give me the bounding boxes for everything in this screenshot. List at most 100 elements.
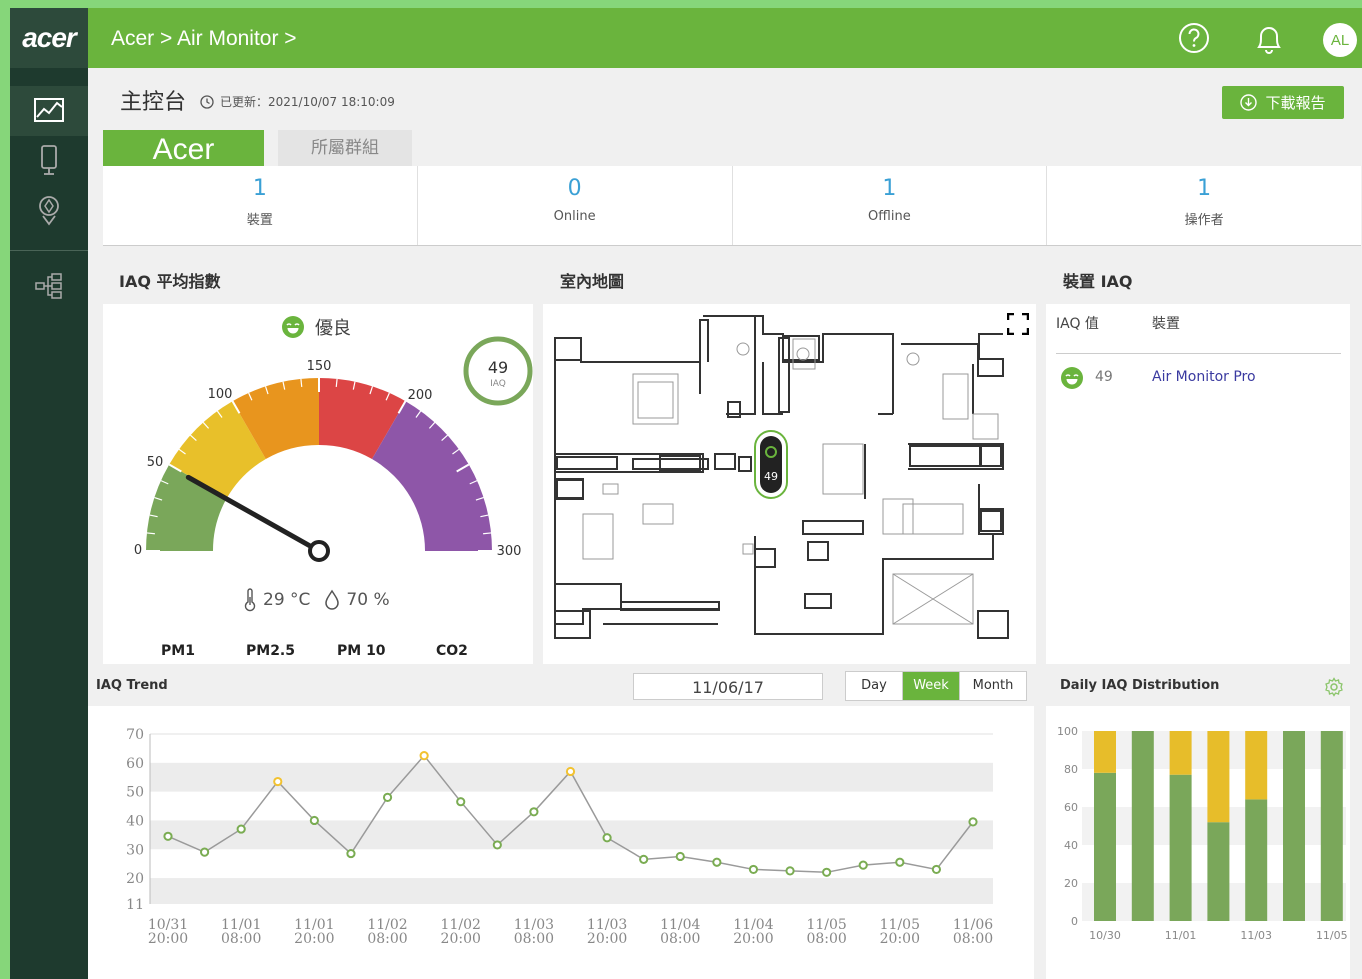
trend-point[interactable] bbox=[602, 833, 612, 843]
top-strip bbox=[0, 0, 1362, 8]
grid-band bbox=[150, 820, 993, 850]
indoor-map-title: 室內地圖 bbox=[560, 272, 625, 291]
range-day-button[interactable]: Day bbox=[846, 672, 903, 700]
trend-point[interactable] bbox=[346, 848, 356, 859]
sidebar-item-dashboard[interactable] bbox=[10, 86, 88, 136]
stat-devices: 1 裝置 bbox=[103, 166, 418, 245]
sidebar: acer bbox=[10, 8, 88, 664]
trend-point[interactable] bbox=[456, 797, 466, 807]
sidebar-item-devices[interactable] bbox=[10, 138, 88, 182]
trend-point[interactable] bbox=[199, 847, 210, 857]
stat-offline: 1 Offline bbox=[733, 166, 1048, 245]
gauge-tick bbox=[300, 378, 303, 387]
bell-icon[interactable] bbox=[1253, 22, 1285, 56]
bar-segment-good[interactable] bbox=[1320, 731, 1343, 921]
bar-segment-good[interactable] bbox=[1131, 731, 1154, 921]
droplet-icon bbox=[325, 589, 340, 610]
col-iaq: IAQ 值 bbox=[1056, 316, 1099, 332]
stat-operators: 1 操作者 bbox=[1184, 176, 1224, 228]
bar-segment-moderate[interactable] bbox=[1207, 731, 1230, 823]
trend-point[interactable] bbox=[565, 766, 576, 777]
y-tick-label: 50 bbox=[126, 785, 144, 801]
table-row[interactable]: 49 Air Monitor Pro bbox=[1060, 366, 1340, 390]
trend-point[interactable] bbox=[822, 867, 832, 877]
trend-date-picker[interactable]: 11/06/17 bbox=[633, 673, 823, 700]
settings-gear-icon[interactable] bbox=[1324, 677, 1344, 697]
iaq-unit: IAQ bbox=[490, 379, 506, 389]
bar-segment-good[interactable] bbox=[1245, 799, 1268, 921]
location-icon bbox=[39, 196, 59, 226]
trend-point[interactable] bbox=[712, 857, 722, 867]
tab-groups[interactable]: 所屬群組 bbox=[278, 130, 412, 166]
col-device: 裝置 bbox=[1152, 316, 1180, 332]
fullscreen-icon[interactable] bbox=[1007, 313, 1029, 335]
trend-point[interactable] bbox=[419, 751, 429, 761]
clock-icon bbox=[200, 94, 214, 109]
table-divider bbox=[1056, 353, 1341, 354]
y-tick-label: 0 bbox=[1071, 915, 1078, 928]
row-iaq-value: 49 bbox=[1095, 369, 1113, 385]
bar-segment-good[interactable] bbox=[1283, 731, 1305, 921]
bar-segment-moderate[interactable] bbox=[1245, 731, 1268, 800]
trend-point[interactable] bbox=[675, 851, 685, 862]
indoor-map-panel: 49 bbox=[543, 304, 1036, 664]
trend-point[interactable] bbox=[931, 864, 942, 875]
trend-point[interactable] bbox=[785, 866, 795, 876]
breadcrumb[interactable]: Acer > Air Monitor > bbox=[111, 27, 297, 51]
gauge-tick bbox=[335, 378, 338, 387]
help-icon[interactable] bbox=[1178, 22, 1210, 54]
stat-online: 0 Online bbox=[418, 166, 733, 245]
trend-point[interactable] bbox=[236, 824, 246, 834]
sidebar-item-hierarchy[interactable] bbox=[10, 266, 88, 306]
bar-segment-good[interactable] bbox=[1207, 822, 1230, 921]
trend-point[interactable] bbox=[895, 857, 905, 867]
bar-segment-good[interactable] bbox=[1094, 772, 1116, 921]
iaq-average-title: IAQ 平均指數 bbox=[119, 272, 221, 291]
sidebar-divider bbox=[10, 250, 88, 251]
map-device-marker[interactable] bbox=[760, 436, 782, 493]
gauge-tick bbox=[483, 532, 492, 535]
trend-point[interactable] bbox=[492, 840, 502, 850]
range-month-button[interactable]: Month bbox=[960, 672, 1026, 700]
bar-segment-moderate[interactable] bbox=[1094, 731, 1116, 773]
metric-pm25[interactable]: PM2.5 bbox=[246, 643, 295, 659]
trend-point[interactable] bbox=[163, 831, 173, 841]
trend-point[interactable] bbox=[382, 792, 393, 802]
grid-band bbox=[150, 878, 993, 904]
trend-point[interactable] bbox=[748, 864, 759, 875]
trend-point[interactable] bbox=[968, 817, 978, 827]
trend-point[interactable] bbox=[639, 854, 649, 864]
trend-point[interactable] bbox=[273, 776, 283, 787]
gauge-label-150: 150 bbox=[307, 359, 332, 374]
acer-logo[interactable]: acer bbox=[10, 8, 88, 68]
metric-pm1[interactable]: PM1 bbox=[161, 643, 195, 659]
trend-point[interactable] bbox=[529, 807, 539, 817]
y-tick-label: 40 bbox=[126, 813, 144, 829]
x-tick-label: 08:00 bbox=[514, 931, 554, 947]
map-marker-value: 49 bbox=[764, 470, 778, 483]
metric-co2[interactable]: CO2 bbox=[436, 643, 468, 659]
y-tick-label: 80 bbox=[1064, 763, 1078, 776]
x-tick-label: 20:00 bbox=[441, 931, 481, 947]
trend-point[interactable] bbox=[858, 860, 868, 870]
lower-section: IAQ Trend 11/06/17 Day Week Month 70 60 50… bbox=[88, 664, 1362, 979]
sidebar-lower bbox=[10, 664, 88, 979]
avatar[interactable]: AL bbox=[1323, 23, 1357, 57]
device-iaq-panel: IAQ 值 裝置 49 Air Monitor Pro bbox=[1046, 304, 1350, 664]
tab-acer[interactable]: Acer bbox=[103, 130, 264, 166]
gauge-label-300: 300 bbox=[497, 544, 522, 559]
x-tick-label: 20:00 bbox=[587, 931, 627, 947]
sidebar-item-location[interactable] bbox=[10, 188, 88, 232]
range-week-button[interactable]: Week bbox=[903, 672, 960, 700]
x-tick-label: 20:00 bbox=[294, 931, 334, 947]
bar-segment-good[interactable] bbox=[1169, 774, 1192, 921]
bar-segment-moderate[interactable] bbox=[1169, 731, 1192, 775]
x-tick-label: 20:00 bbox=[733, 931, 773, 947]
metric-pm10[interactable]: PM 10 bbox=[337, 643, 386, 659]
gauge-label-0: 0 bbox=[134, 543, 142, 558]
y-tick-label: 20 bbox=[126, 871, 144, 887]
trend-point[interactable] bbox=[309, 815, 319, 826]
row-device-link[interactable]: Air Monitor Pro bbox=[1152, 369, 1256, 385]
download-report-button[interactable]: 下載報告 bbox=[1222, 86, 1344, 119]
env-readings: 29 °C 70 % bbox=[243, 588, 390, 612]
